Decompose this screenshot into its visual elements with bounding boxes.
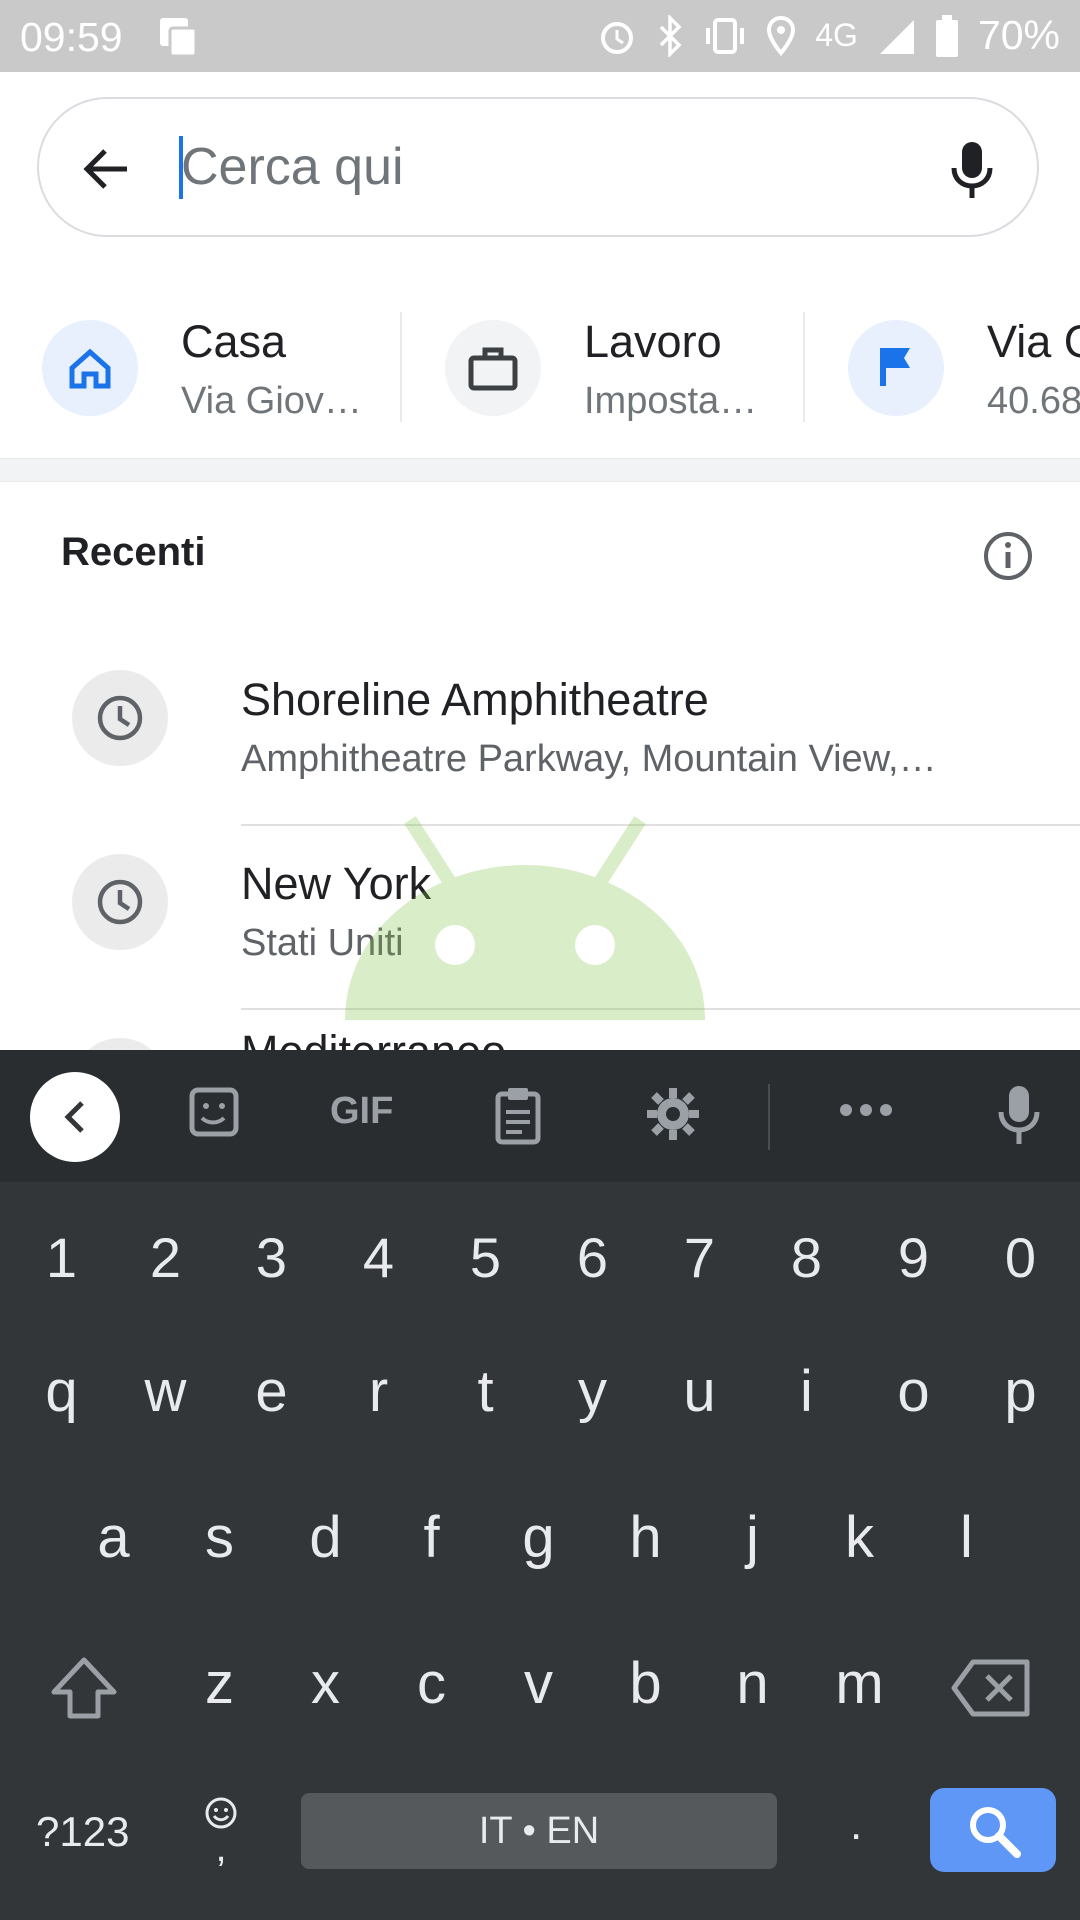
shortcut-title: Via G bbox=[987, 316, 1080, 367]
key-2[interactable]: 2 bbox=[112, 1225, 219, 1290]
key-g[interactable]: g bbox=[485, 1504, 592, 1571]
key-s[interactable]: s bbox=[166, 1504, 273, 1571]
key-q[interactable]: q bbox=[8, 1358, 115, 1425]
key-n[interactable]: n bbox=[699, 1650, 806, 1717]
key-c[interactable]: c bbox=[378, 1650, 485, 1717]
key-8[interactable]: 8 bbox=[753, 1225, 860, 1290]
shortcut-subtitle: Imposta… bbox=[584, 380, 758, 422]
gif-button[interactable]: GIF bbox=[330, 1090, 393, 1133]
back-arrow-icon[interactable] bbox=[79, 141, 135, 202]
key-f[interactable]: f bbox=[378, 1504, 485, 1571]
symbols-key[interactable]: ?123 bbox=[36, 1808, 129, 1856]
location-icon bbox=[767, 15, 796, 56]
shortcut-title: Lavoro bbox=[584, 316, 722, 367]
key-y[interactable]: y bbox=[539, 1358, 646, 1425]
key-d[interactable]: d bbox=[272, 1504, 379, 1571]
key-5[interactable]: 5 bbox=[432, 1225, 539, 1290]
key-3[interactable]: 3 bbox=[218, 1225, 325, 1290]
emoji-icon bbox=[205, 1797, 237, 1829]
status-icons: 4G 70% bbox=[597, 12, 1060, 59]
clock-icon bbox=[72, 670, 168, 766]
comma-label: , bbox=[215, 1826, 227, 1870]
key-w[interactable]: w bbox=[112, 1358, 219, 1425]
key-p[interactable]: p bbox=[967, 1358, 1074, 1425]
sticker-icon[interactable] bbox=[188, 1086, 242, 1145]
key-z[interactable]: z bbox=[166, 1650, 273, 1717]
shortcut-work[interactable]: Lavoro Imposta… bbox=[445, 300, 765, 440]
clock-icon bbox=[72, 1038, 168, 1050]
network-label: 4G bbox=[815, 17, 858, 53]
divider bbox=[400, 312, 402, 422]
key-o[interactable]: o bbox=[860, 1358, 967, 1425]
key-h[interactable]: h bbox=[592, 1504, 699, 1571]
key-r[interactable]: r bbox=[325, 1358, 432, 1425]
alarm-icon bbox=[601, 21, 634, 54]
shortcut-title: Casa bbox=[181, 316, 287, 367]
toolbar-divider bbox=[768, 1084, 770, 1150]
home-icon bbox=[42, 320, 138, 416]
briefcase-icon bbox=[445, 320, 541, 416]
key-m[interactable]: m bbox=[806, 1650, 913, 1717]
recent-subtitle: Amphitheatre Parkway, Mountain View,… bbox=[241, 738, 937, 780]
shift-key[interactable] bbox=[30, 1654, 137, 1736]
recent-header: Recenti bbox=[61, 530, 206, 574]
key-6[interactable]: 6 bbox=[539, 1225, 646, 1290]
key-x[interactable]: x bbox=[272, 1650, 379, 1717]
search-box[interactable] bbox=[37, 97, 1039, 237]
shortcut-home[interactable]: Casa Via Giov… bbox=[42, 300, 362, 440]
voice-input-icon[interactable] bbox=[995, 1084, 1043, 1153]
key-i[interactable]: i bbox=[753, 1358, 860, 1425]
key-0[interactable]: 0 bbox=[967, 1225, 1074, 1290]
saved-places-row: Casa Via Giov… Lavoro Imposta… Via G 40.… bbox=[0, 300, 1080, 440]
key-j[interactable]: j bbox=[699, 1504, 806, 1571]
key-4[interactable]: 4 bbox=[325, 1225, 432, 1290]
key-e[interactable]: e bbox=[218, 1358, 325, 1425]
microphone-icon[interactable] bbox=[948, 140, 996, 207]
key-7[interactable]: 7 bbox=[646, 1225, 753, 1290]
screen-cast-icon bbox=[156, 14, 202, 70]
search-action-key[interactable] bbox=[930, 1788, 1056, 1872]
divider bbox=[803, 312, 805, 422]
search-icon bbox=[970, 1807, 1021, 1858]
clipboard-icon[interactable] bbox=[494, 1086, 542, 1151]
status-bar: 09:59 4G 70% bbox=[0, 0, 1080, 72]
bluetooth-icon bbox=[660, 14, 682, 57]
vibrate-icon bbox=[706, 17, 745, 54]
keyboard-toolbar: GIF bbox=[0, 1050, 1080, 1182]
info-icon[interactable] bbox=[982, 530, 1034, 587]
comma-emoji-key[interactable]: , bbox=[196, 1795, 246, 1871]
key-1[interactable]: 1 bbox=[8, 1225, 115, 1290]
key-l[interactable]: l bbox=[913, 1504, 1020, 1571]
battery-icon bbox=[935, 14, 958, 57]
battery-percent: 70% bbox=[977, 12, 1060, 58]
key-a[interactable]: a bbox=[60, 1504, 167, 1571]
period-key[interactable]: . bbox=[850, 1800, 862, 1850]
key-u[interactable]: u bbox=[646, 1358, 753, 1425]
keyboard: GIF bbox=[0, 1050, 1080, 1920]
key-t[interactable]: t bbox=[432, 1358, 539, 1425]
shortcut-saved-place[interactable]: Via G 40.68 bbox=[848, 300, 1080, 440]
flag-icon bbox=[848, 320, 944, 416]
key-v[interactable]: v bbox=[485, 1650, 592, 1717]
shortcut-subtitle: Via Giov… bbox=[181, 380, 362, 422]
search-input[interactable] bbox=[181, 131, 921, 203]
section-separator bbox=[0, 458, 1080, 482]
key-k[interactable]: k bbox=[806, 1504, 913, 1571]
recent-title: Shoreline Amphitheatre bbox=[241, 674, 709, 725]
key-9[interactable]: 9 bbox=[860, 1225, 967, 1290]
status-time: 09:59 bbox=[20, 14, 123, 60]
space-bar[interactable]: IT • EN bbox=[301, 1793, 777, 1869]
settings-gear-icon[interactable] bbox=[645, 1086, 701, 1147]
clock-icon bbox=[72, 854, 168, 950]
signal-icon bbox=[879, 19, 914, 54]
backspace-key[interactable] bbox=[946, 1658, 1036, 1732]
collapse-keyboard-button[interactable] bbox=[30, 1072, 120, 1162]
key-b[interactable]: b bbox=[592, 1650, 699, 1717]
more-options-icon[interactable] bbox=[838, 1102, 894, 1123]
recent-item[interactable]: Shoreline Amphitheatre Amphitheatre Park… bbox=[0, 644, 1080, 826]
text-cursor bbox=[179, 136, 183, 199]
shortcut-subtitle: 40.68 bbox=[987, 380, 1080, 422]
